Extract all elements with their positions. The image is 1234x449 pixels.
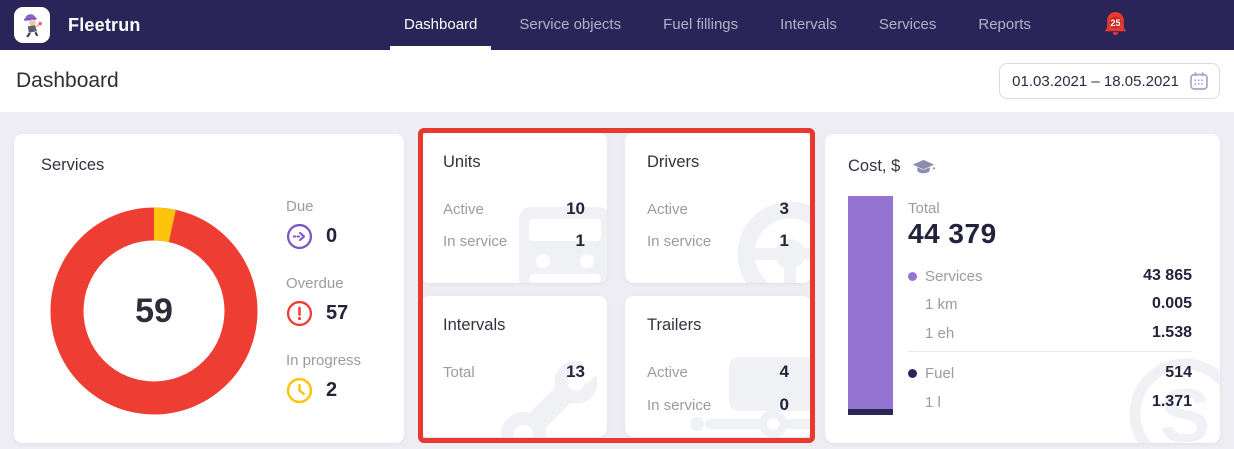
services-donut-chart: 59 — [47, 204, 261, 418]
legend-item-overdue: Overdue 57 — [286, 275, 348, 327]
services-legend: Due 0 Overdue — [286, 134, 396, 443]
cost-bar-fuel-segment — [848, 409, 893, 415]
cost-l-value: 1.371 — [1152, 393, 1192, 411]
fuel-dot — [908, 369, 917, 378]
trailers-in-service-value: 0 — [780, 395, 789, 415]
card-title-units: Units — [443, 153, 481, 172]
units-in-service-value: 1 — [576, 231, 585, 251]
legend-label-due: Due — [286, 198, 337, 215]
cost-services-label: Services — [925, 268, 983, 285]
nav-tabs: Dashboard Service objects Fuel fillings … — [404, 0, 1128, 50]
units-active-label: Active — [443, 201, 484, 218]
tab-fuel-fillings[interactable]: Fuel fillings — [663, 0, 738, 50]
legend-item-in-progress: In progress 2 — [286, 352, 361, 404]
cost-fuel-row: Fuel 514 — [908, 364, 1192, 382]
legend-label-overdue: Overdue — [286, 275, 348, 292]
overdue-value: 57 — [326, 302, 348, 325]
trailers-active-label: Active — [647, 364, 688, 381]
cost-l-label: 1 l — [925, 394, 941, 411]
mechanic-mascot-icon — [15, 8, 49, 42]
cost-total-value: 44 379 — [908, 218, 997, 250]
date-range-picker[interactable]: 01.03.2021 – 18.05.2021 — [999, 63, 1220, 99]
tab-services[interactable]: Services — [879, 0, 937, 50]
card-title-trailers: Trailers — [647, 316, 701, 335]
brand-name: Fleetrun — [68, 0, 141, 50]
trailers-active-value: 4 — [780, 362, 789, 382]
tab-intervals[interactable]: Intervals — [780, 0, 837, 50]
drivers-in-service-value: 1 — [780, 231, 789, 251]
services-summary-card: Services 59 Due 0 Ove — [14, 134, 404, 443]
cost-fuel-label: Fuel — [925, 365, 954, 382]
card-title-services: Services — [41, 156, 104, 175]
in-progress-value: 2 — [326, 379, 337, 402]
cost-services-value: 43 865 — [1143, 267, 1192, 285]
cost-breakdown: Total 44 379 Services 43 865 1 km 0.005 … — [908, 134, 1192, 443]
units-card: Units Active 10 In service 1 — [421, 133, 607, 283]
due-value: 0 — [326, 225, 337, 248]
tab-reports[interactable]: Reports — [978, 0, 1031, 50]
cost-eh-label: 1 eh — [925, 325, 954, 342]
notifications-button[interactable]: 25 — [1103, 11, 1128, 39]
drivers-card: Drivers Active 3 In service 1 — [625, 133, 811, 283]
notification-badge: 25 — [1110, 18, 1120, 28]
in-progress-clock-icon — [286, 377, 313, 404]
date-range-value: 01.03.2021 – 18.05.2021 — [1012, 73, 1179, 90]
units-in-service-row: In service 1 — [443, 231, 585, 251]
intervals-total-value: 13 — [566, 362, 585, 382]
drivers-active-row: Active 3 — [647, 199, 789, 219]
card-title-drivers: Drivers — [647, 153, 699, 172]
calendar-icon — [1189, 71, 1209, 91]
cost-km-value: 0.005 — [1152, 295, 1192, 313]
due-arrow-circle-icon — [286, 223, 313, 250]
intervals-card: Intervals Total 13 — [421, 296, 607, 437]
cost-fuel-value: 514 — [1165, 364, 1192, 382]
fleetrun-dashboard-page: Fleetrun Dashboard Service objects Fuel … — [0, 0, 1234, 449]
cost-per-l-row: 1 l 1.371 — [908, 393, 1192, 411]
fleetrun-logo[interactable] — [14, 7, 50, 43]
services-total-count: 59 — [47, 204, 261, 418]
services-dot — [908, 272, 917, 281]
cost-per-eh-row: 1 eh 1.538 — [908, 324, 1192, 342]
overdue-alert-circle-icon — [286, 300, 313, 327]
cost-services-row: Services 43 865 — [908, 267, 1192, 285]
bell-icon: 25 — [1103, 11, 1128, 39]
cost-stacked-bar — [848, 196, 893, 415]
tab-dashboard[interactable]: Dashboard — [404, 0, 477, 50]
units-in-service-label: In service — [443, 233, 507, 250]
page-title: Dashboard — [16, 69, 119, 93]
cost-total-label: Total — [908, 200, 940, 217]
intervals-total-label: Total — [443, 364, 475, 381]
cost-title-text: Cost, $ — [848, 157, 900, 176]
units-active-row: Active 10 — [443, 199, 585, 219]
cost-divider — [908, 351, 1192, 352]
trailers-card: Trailers Active 4 In service 0 — [625, 296, 811, 437]
cost-card: S Cost, $ Total 44 379 Services 43 865 — [825, 134, 1220, 443]
drivers-in-service-label: In service — [647, 233, 711, 250]
legend-item-due: Due 0 — [286, 198, 337, 250]
cost-eh-value: 1.538 — [1152, 324, 1192, 342]
cost-km-label: 1 km — [925, 296, 958, 313]
cost-per-km-row: 1 km 0.005 — [908, 295, 1192, 313]
units-active-value: 10 — [566, 199, 585, 219]
page-header: Dashboard 01.03.2021 – 18.05.2021 — [0, 50, 1234, 112]
top-navbar: Fleetrun Dashboard Service objects Fuel … — [0, 0, 1234, 50]
legend-label-in-progress: In progress — [286, 352, 361, 369]
tab-service-objects[interactable]: Service objects — [519, 0, 621, 50]
drivers-active-value: 3 — [780, 199, 789, 219]
drivers-active-label: Active — [647, 201, 688, 218]
intervals-total-row: Total 13 — [443, 362, 585, 382]
card-title-intervals: Intervals — [443, 316, 505, 335]
trailers-in-service-row: In service 0 — [647, 395, 789, 415]
drivers-in-service-row: In service 1 — [647, 231, 789, 251]
cost-bar-services-segment — [848, 196, 893, 409]
trailers-in-service-label: In service — [647, 397, 711, 414]
trailers-active-row: Active 4 — [647, 362, 789, 382]
